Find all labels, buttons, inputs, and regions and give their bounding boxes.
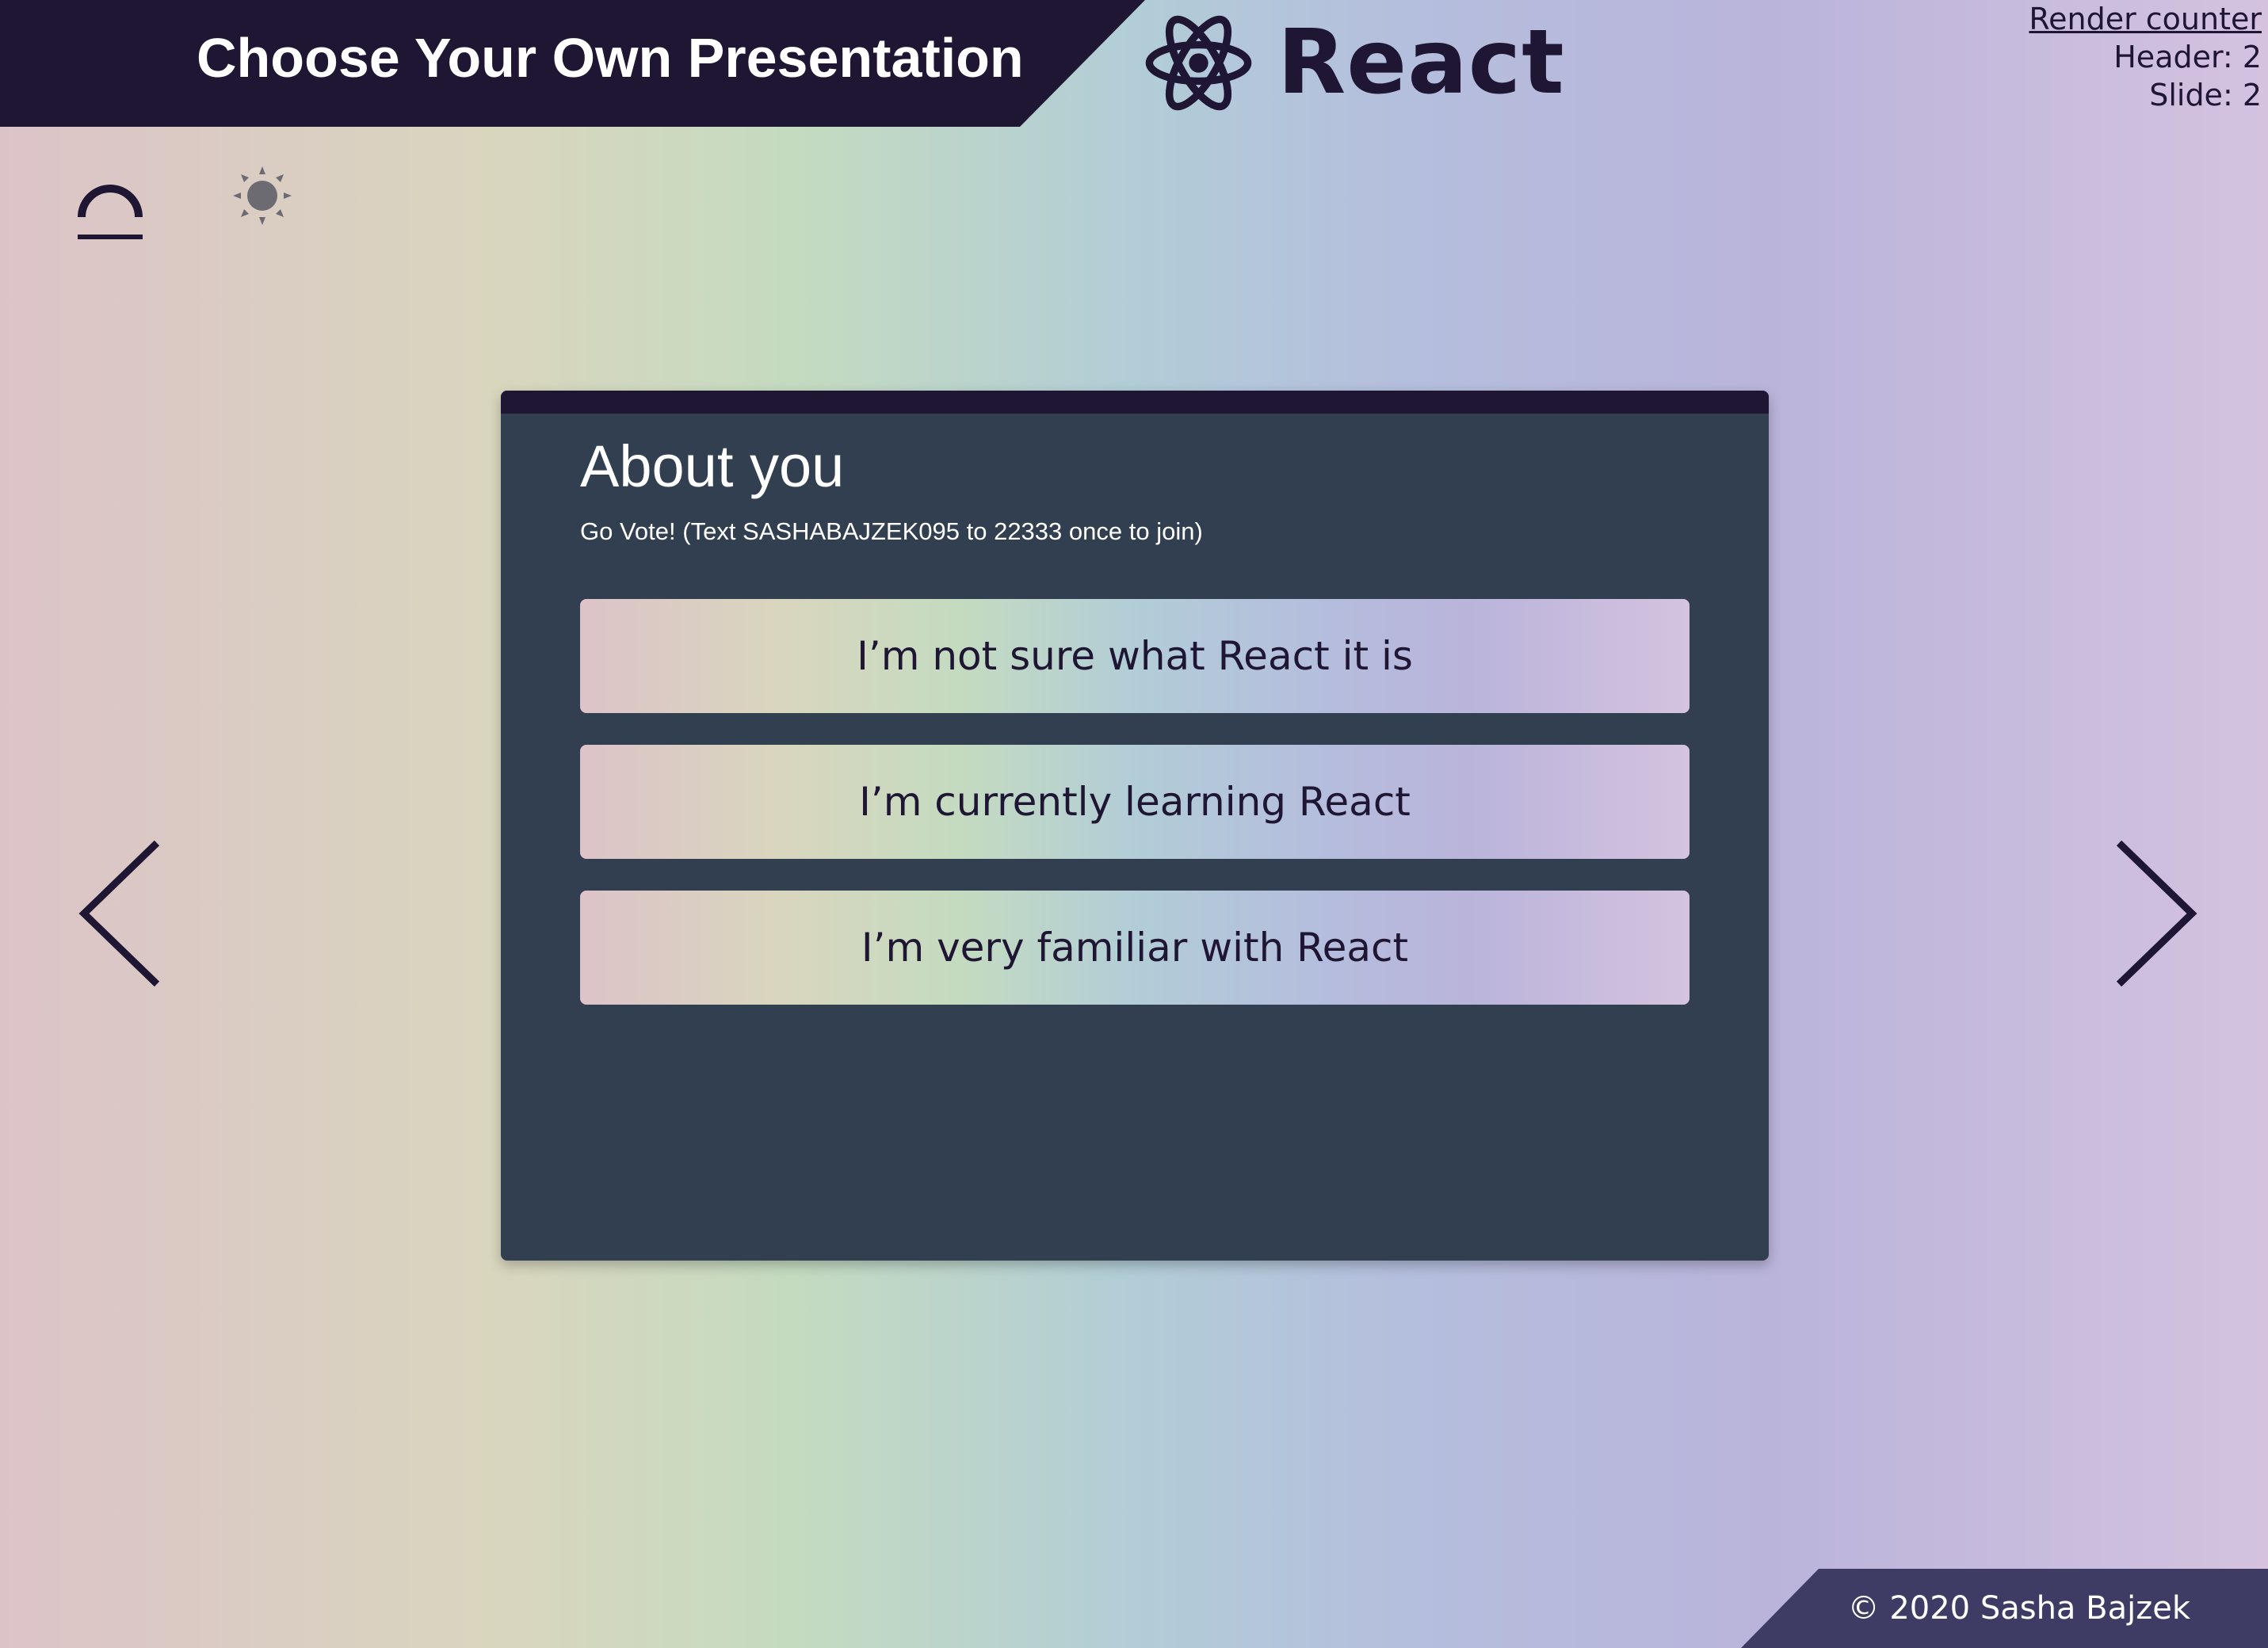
sun-theme-button[interactable]: [231, 165, 293, 230]
footer: © 2020 Sasha Bajzek: [1741, 1569, 2268, 1648]
next-slide-button[interactable]: [2113, 838, 2200, 989]
vote-option-label: I’m currently learning React: [859, 779, 1411, 825]
render-counter: Render counter Header: 2 Slide: 2: [2029, 0, 2262, 114]
sun-icon: [233, 166, 292, 225]
vote-option-learning[interactable]: I’m currently learning React: [580, 745, 1690, 859]
react-atom-icon: [1145, 15, 1252, 110]
vote-option-familiar[interactable]: I’m very familiar with React: [580, 891, 1690, 1005]
vote-option-label: I’m very familiar with React: [861, 925, 1409, 971]
vote-instructions: Go Vote! (Text SASHABAJZEK095 to 22333 o…: [580, 517, 1203, 545]
brand-name: React: [1277, 11, 1565, 114]
vote-option-label: I’m not sure what React it is: [857, 633, 1413, 679]
previous-slide-button[interactable]: [76, 838, 163, 989]
moon-icon: [170, 173, 193, 219]
slide-card: About you Go Vote! (Text SASHABAJZEK095 …: [501, 391, 1769, 1261]
chevron-right-icon: [2116, 840, 2197, 987]
slide-render-count: Slide: 2: [2149, 78, 2262, 113]
sunrise-icon: [78, 185, 143, 239]
page-title: Choose Your Own Presentation: [197, 27, 1024, 89]
vote-option-not-sure[interactable]: I’m not sure what React it is: [580, 599, 1690, 713]
chevron-left-icon: [78, 840, 160, 987]
copyright-text: © 2020 Sasha Bajzek: [1847, 1590, 2190, 1627]
slide-title: About you: [580, 433, 845, 499]
sunrise-theme-button[interactable]: [76, 171, 144, 247]
brand: React: [1145, 11, 1565, 114]
slide-card-top-bar: [501, 391, 1769, 414]
render-counter-link[interactable]: Render counter: [2029, 0, 2262, 38]
moon-theme-button[interactable]: [166, 170, 204, 225]
header-render-count: Header: 2: [2113, 40, 2262, 74]
